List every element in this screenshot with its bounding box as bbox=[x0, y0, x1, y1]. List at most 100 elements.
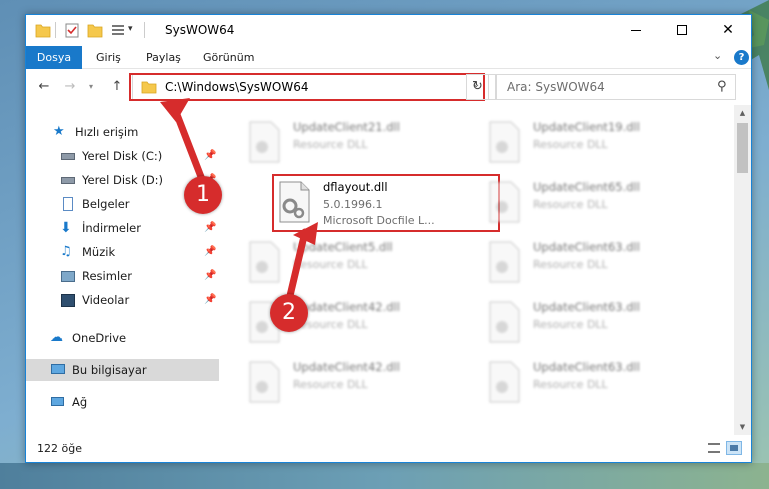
new-folder-icon[interactable] bbox=[87, 22, 103, 39]
sidebar-item-onedrive[interactable]: ☁ OneDrive bbox=[26, 327, 219, 349]
documents-icon bbox=[60, 197, 76, 211]
sidebar-item-label: Ağ bbox=[72, 395, 88, 409]
help-icon[interactable]: ? bbox=[734, 50, 749, 65]
address-highlight-box bbox=[129, 73, 485, 101]
view-options-icon[interactable] bbox=[110, 22, 126, 39]
recent-locations-button[interactable]: ▾ bbox=[82, 79, 100, 95]
step-badge-2: 2 bbox=[270, 294, 308, 332]
drive-icon bbox=[60, 149, 76, 163]
tab-home[interactable]: Giriş bbox=[84, 46, 133, 69]
file-name: UpdateClient65.dll bbox=[533, 180, 640, 194]
sidebar-item-this-pc[interactable]: Bu bilgisayar bbox=[26, 359, 219, 381]
back-arrow-icon: ← bbox=[38, 79, 50, 94]
dll-file-icon bbox=[489, 301, 520, 343]
tab-view[interactable]: Görünüm bbox=[191, 46, 266, 69]
scrollbar-thumb[interactable] bbox=[737, 123, 748, 173]
file-tile[interactable]: UpdateClient63.dll Resource DLL bbox=[487, 357, 707, 409]
navigation-bar: ← → ▾ ↑ C:\Windows\SysWOW64 ⌄ ↻ Ara: Sys… bbox=[26, 69, 751, 105]
sidebar-item-pictures[interactable]: Resimler 📌 bbox=[26, 265, 219, 287]
file-type: Resource DLL bbox=[533, 318, 608, 331]
downloads-icon: ⬇ bbox=[60, 220, 72, 236]
file-name: UpdateClient42.dll bbox=[293, 300, 400, 314]
file-tile[interactable]: UpdateClient5.dll Resource DLL bbox=[247, 237, 467, 289]
file-highlight-box bbox=[272, 174, 500, 232]
refresh-button[interactable]: ↻ bbox=[466, 74, 489, 100]
sidebar-item-quick-access[interactable]: ★ Hızlı erişim bbox=[26, 121, 219, 143]
file-list: UpdateClient21.dll Resource DLL UpdateCl… bbox=[219, 105, 739, 435]
file-type: Resource DLL bbox=[293, 378, 368, 391]
toolbar-divider bbox=[55, 22, 56, 38]
up-button[interactable]: ↑ bbox=[108, 79, 126, 95]
ribbon-tabs: Dosya Giriş Paylaş Görünüm ⌄ ? bbox=[26, 46, 751, 69]
tab-file[interactable]: Dosya bbox=[26, 46, 82, 69]
forward-arrow-icon: → bbox=[64, 79, 76, 94]
file-tile[interactable]: UpdateClient42.dll Resource DLL bbox=[247, 357, 467, 409]
tab-share[interactable]: Paylaş bbox=[134, 46, 193, 69]
search-input[interactable]: Ara: SysWOW64 bbox=[507, 80, 605, 94]
star-icon: ★ bbox=[53, 124, 65, 139]
expand-ribbon-chevron-icon[interactable]: ⌄ bbox=[713, 49, 722, 62]
toolbar-divider bbox=[144, 22, 145, 38]
sidebar-item-local-disk-c[interactable]: Yerel Disk (C:) 📌 bbox=[26, 145, 219, 167]
back-button[interactable]: ← bbox=[35, 79, 53, 95]
dll-file-icon bbox=[249, 121, 280, 163]
file-name: UpdateClient63.dll bbox=[533, 360, 640, 374]
sidebar-item-label: Resimler bbox=[82, 269, 132, 283]
vertical-scrollbar[interactable]: ▲ ▼ bbox=[734, 105, 751, 435]
item-count: 122 öğe bbox=[37, 442, 82, 455]
sidebar-item-label: İndirmeler bbox=[82, 221, 141, 235]
sidebar-item-downloads[interactable]: ⬇ İndirmeler 📌 bbox=[26, 217, 219, 239]
sidebar-item-network[interactable]: Ağ bbox=[26, 391, 219, 413]
pin-icon: 📌 bbox=[204, 246, 217, 257]
sidebar-item-videos[interactable]: Videolar 📌 bbox=[26, 289, 219, 311]
file-name: UpdateClient5.dll bbox=[293, 240, 393, 254]
scroll-up-arrow-icon[interactable]: ▲ bbox=[734, 105, 751, 121]
dll-file-icon bbox=[489, 121, 520, 163]
details-view-icon bbox=[708, 443, 720, 453]
file-name: UpdateClient19.dll bbox=[533, 120, 640, 134]
sidebar-item-label: Yerel Disk (C:) bbox=[82, 149, 163, 163]
close-button[interactable]: ✕ bbox=[705, 15, 751, 45]
file-tile[interactable]: UpdateClient63.dll Resource DLL bbox=[487, 237, 707, 289]
forward-button[interactable]: → bbox=[61, 79, 79, 95]
status-bar: 122 öğe bbox=[26, 435, 751, 462]
file-tile[interactable]: UpdateClient21.dll Resource DLL bbox=[247, 117, 467, 169]
sidebar-item-label: OneDrive bbox=[72, 331, 127, 345]
minimize-icon bbox=[631, 29, 641, 31]
file-name: UpdateClient63.dll bbox=[533, 240, 640, 254]
pin-icon: 📌 bbox=[204, 150, 217, 161]
file-type: Resource DLL bbox=[533, 258, 608, 271]
minimize-button[interactable] bbox=[613, 15, 659, 45]
sidebar-item-label: Yerel Disk (D:) bbox=[82, 173, 164, 187]
file-type: Resource DLL bbox=[293, 138, 368, 151]
sidebar-item-music[interactable]: ♫ Müzik 📌 bbox=[26, 241, 219, 263]
details-view-button[interactable] bbox=[706, 441, 722, 455]
drive-icon bbox=[60, 173, 76, 187]
folder-icon bbox=[35, 24, 51, 38]
dll-file-icon bbox=[249, 361, 280, 403]
file-tile[interactable]: UpdateClient63.dll Resource DLL bbox=[487, 297, 707, 349]
explorer-window: ▾ SysWOW64 ✕ Dosya Giriş Paylaş Görünüm … bbox=[25, 14, 752, 463]
tiles-view-icon bbox=[730, 445, 738, 451]
sidebar-item-label: Videolar bbox=[82, 293, 130, 307]
maximize-button[interactable] bbox=[659, 15, 705, 45]
tiles-view-button[interactable] bbox=[726, 441, 742, 455]
videos-icon bbox=[60, 293, 76, 307]
search-icon: ⚲ bbox=[717, 79, 727, 94]
computer-icon bbox=[50, 363, 66, 377]
file-name: UpdateClient21.dll bbox=[293, 120, 400, 134]
dll-file-icon bbox=[489, 181, 520, 223]
sidebar-item-label: Belgeler bbox=[82, 197, 130, 211]
customize-toolbar-chevron-icon[interactable]: ▾ bbox=[128, 24, 133, 34]
sidebar-item-label: Müzik bbox=[82, 245, 116, 259]
scroll-down-arrow-icon[interactable]: ▼ bbox=[734, 419, 751, 435]
file-type: Resource DLL bbox=[533, 138, 608, 151]
pin-icon: 📌 bbox=[204, 294, 217, 305]
file-tile[interactable]: UpdateClient19.dll Resource DLL bbox=[487, 117, 707, 169]
properties-icon[interactable] bbox=[64, 22, 80, 39]
title-bar: ▾ SysWOW64 ✕ bbox=[26, 15, 751, 46]
desktop-wallpaper-bottom bbox=[0, 463, 769, 489]
search-field[interactable]: Ara: SysWOW64 ⚲ bbox=[496, 74, 736, 100]
navigation-pane: ★ Hızlı erişim Yerel Disk (C:) 📌 Yerel D… bbox=[26, 105, 219, 435]
file-tile[interactable]: UpdateClient65.dll Resource DLL bbox=[487, 177, 707, 229]
